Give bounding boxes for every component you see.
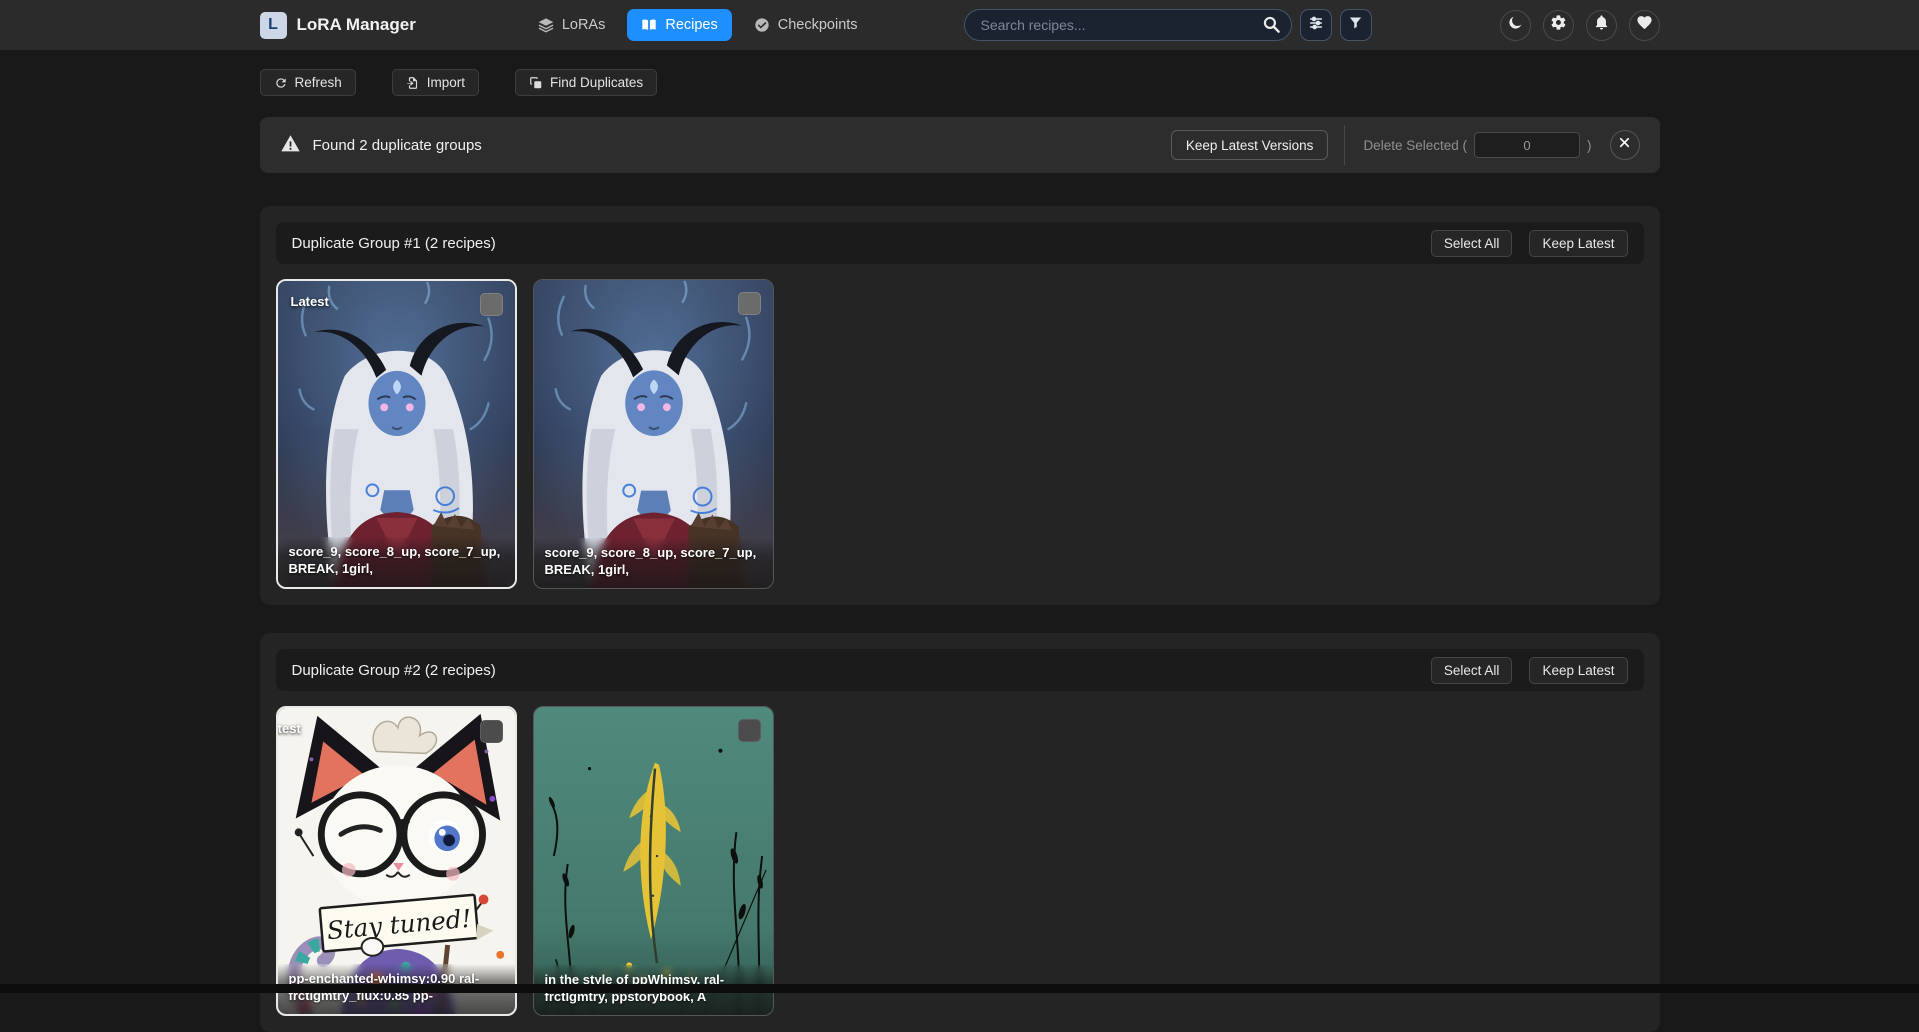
- nav-tab-recipes[interactable]: Recipes: [627, 9, 731, 41]
- sliders-icon: [1308, 15, 1324, 36]
- delete-selected-suffix: ): [1587, 138, 1592, 153]
- select-checkbox[interactable]: [480, 720, 503, 743]
- bell-icon: [1593, 14, 1610, 36]
- heart-icon: [1636, 14, 1653, 36]
- delete-count-input[interactable]: [1474, 132, 1580, 158]
- horizontal-scrollbar[interactable]: [0, 984, 1919, 993]
- support-button[interactable]: [1629, 10, 1660, 41]
- find-duplicates-button[interactable]: Find Duplicates: [515, 69, 657, 96]
- delete-selected-prefix: Delete Selected (: [1363, 138, 1467, 153]
- search-box: [964, 9, 1292, 41]
- close-banner-button[interactable]: [1610, 130, 1640, 160]
- check-circle-icon: [754, 17, 770, 33]
- recipe-card[interactable]: Stay tuned! Latest pp-enchanted-whimsy:0…: [276, 706, 517, 1016]
- theme-toggle-button[interactable]: [1500, 10, 1531, 41]
- nav-tab-loras[interactable]: LoRAs: [524, 9, 620, 41]
- nav-tab-checkpoints[interactable]: Checkpoints: [740, 9, 872, 41]
- search-input[interactable]: [964, 9, 1292, 41]
- refresh-button[interactable]: Refresh: [260, 69, 356, 96]
- close-icon: [1618, 136, 1631, 154]
- gear-icon: [1550, 14, 1567, 36]
- refresh-label: Refresh: [295, 75, 342, 90]
- group-header: Duplicate Group #2 (2 recipes) Select Al…: [276, 649, 1644, 691]
- select-all-button[interactable]: Select All: [1431, 230, 1513, 257]
- notifications-button[interactable]: [1586, 10, 1617, 41]
- recipe-card[interactable]: score_9, score_8_up, score_7_up, BREAK, …: [533, 279, 774, 589]
- funnel-icon: [1348, 15, 1363, 35]
- book-icon: [641, 17, 657, 33]
- latest-badge: Latest: [291, 294, 329, 309]
- refresh-icon: [274, 76, 288, 90]
- main-nav: LoRAs Recipes Checkpoints: [524, 9, 872, 41]
- duplicate-group-panel: Duplicate Group #2 (2 recipes) Select Al…: [260, 633, 1660, 1032]
- recipe-caption: score_9, score_8_up, score_7_up, BREAK, …: [278, 537, 515, 587]
- select-checkbox[interactable]: [738, 719, 761, 742]
- select-checkbox[interactable]: [738, 292, 761, 315]
- recipe-caption: score_9, score_8_up, score_7_up, BREAK, …: [534, 538, 773, 588]
- actions-toolbar: Refresh Import Find Duplicates: [260, 69, 1660, 96]
- delete-selected-button[interactable]: Delete Selected ( ): [1344, 125, 1591, 165]
- recipe-card[interactable]: in the style of ppWhimsy, ral-frctlgmtry…: [533, 706, 774, 1016]
- app-title: LoRA Manager: [297, 15, 416, 35]
- duplicate-group-panel: Duplicate Group #1 (2 recipes) Select Al…: [260, 206, 1660, 605]
- search-icon: [1262, 15, 1281, 39]
- nav-tab-label: LoRAs: [562, 17, 606, 33]
- keep-latest-button[interactable]: Keep Latest: [1529, 657, 1627, 684]
- file-import-icon: [406, 76, 420, 90]
- nav-tab-label: Recipes: [665, 17, 717, 33]
- group-title: Duplicate Group #1 (2 recipes): [292, 235, 496, 252]
- banner-message: Found 2 duplicate groups: [313, 137, 482, 154]
- layers-icon: [538, 17, 554, 33]
- select-checkbox[interactable]: [480, 293, 503, 316]
- moon-icon: [1507, 14, 1524, 36]
- find-duplicates-label: Find Duplicates: [550, 75, 643, 90]
- app-logo: L: [260, 12, 287, 39]
- keep-latest-button[interactable]: Keep Latest: [1529, 230, 1627, 257]
- top-bar: L LoRA Manager LoRAs Recipes Checkpoin: [0, 0, 1919, 50]
- import-label: Import: [427, 75, 465, 90]
- group-header: Duplicate Group #1 (2 recipes) Select Al…: [276, 222, 1644, 264]
- sort-options-button[interactable]: [1300, 9, 1332, 41]
- group-title: Duplicate Group #2 (2 recipes): [292, 662, 496, 679]
- filter-button[interactable]: [1340, 9, 1372, 41]
- import-button[interactable]: Import: [392, 69, 479, 96]
- brand: L LoRA Manager: [260, 12, 416, 39]
- warning-icon: [280, 133, 301, 158]
- duplicates-banner: Found 2 duplicate groups Keep Latest Ver…: [260, 117, 1660, 173]
- select-all-button[interactable]: Select All: [1431, 657, 1513, 684]
- latest-badge: Latest: [276, 721, 301, 736]
- nav-tab-label: Checkpoints: [778, 17, 858, 33]
- recipe-card[interactable]: Latest score_9, score_8_up, score_7_up, …: [276, 279, 517, 589]
- duplicates-icon: [529, 76, 543, 90]
- settings-button[interactable]: [1543, 10, 1574, 41]
- keep-latest-versions-button[interactable]: Keep Latest Versions: [1171, 130, 1329, 160]
